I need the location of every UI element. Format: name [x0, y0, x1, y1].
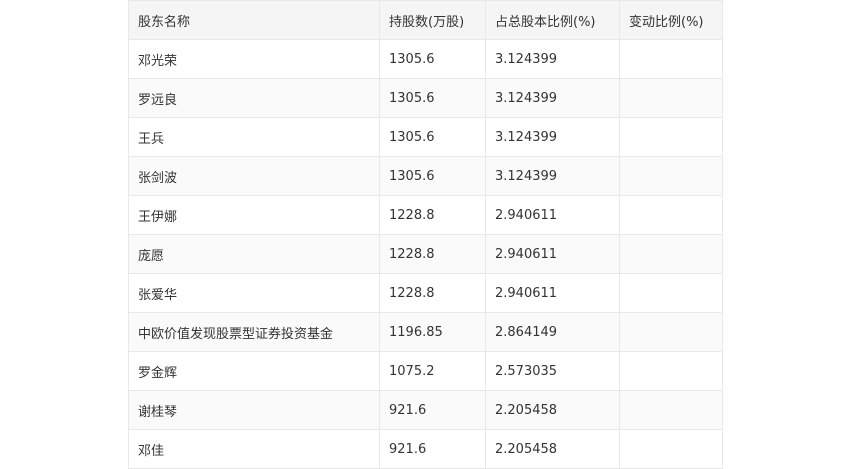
cell-shares-held: 1196.85	[379, 312, 486, 352]
cell-shares-held: 1305.6	[379, 78, 486, 118]
header-change-ratio: 变动比例(%)	[619, 0, 723, 40]
table-row: 张剑波 1305.6 3.124399	[128, 156, 723, 196]
cell-shareholder-name: 邓佳	[128, 429, 380, 469]
cell-shares-held: 1228.8	[379, 273, 486, 313]
cell-shares-held: 1228.8	[379, 234, 486, 274]
cell-shares-held: 1228.8	[379, 195, 486, 235]
cell-shares-held: 921.6	[379, 429, 486, 469]
table-body: 邓光荣 1305.6 3.124399 罗远良 1305.6 3.124399 …	[128, 39, 723, 469]
cell-change-ratio	[619, 117, 723, 157]
cell-share-ratio: 3.124399	[485, 78, 620, 118]
table-row: 王伊娜 1228.8 2.940611	[128, 195, 723, 235]
cell-shareholder-name: 中欧价值发现股票型证券投资基金	[128, 312, 380, 352]
cell-shareholder-name: 邓光荣	[128, 39, 380, 79]
cell-change-ratio	[619, 429, 723, 469]
cell-share-ratio: 2.940611	[485, 273, 620, 313]
cell-shareholder-name: 张剑波	[128, 156, 380, 196]
cell-share-ratio: 3.124399	[485, 117, 620, 157]
cell-shares-held: 921.6	[379, 390, 486, 430]
table-row: 张爱华 1228.8 2.940611	[128, 273, 723, 313]
cell-share-ratio: 2.864149	[485, 312, 620, 352]
cell-shares-held: 1305.6	[379, 39, 486, 79]
cell-share-ratio: 2.940611	[485, 234, 620, 274]
cell-shareholder-name: 罗金辉	[128, 351, 380, 391]
shareholder-table-container: 股东名称 持股数(万股) 占总股本比例(%) 变动比例(%) 邓光荣 1305.…	[128, 0, 723, 469]
header-row: 股东名称 持股数(万股) 占总股本比例(%) 变动比例(%)	[128, 0, 723, 40]
cell-change-ratio	[619, 390, 723, 430]
table-row: 罗远良 1305.6 3.124399	[128, 78, 723, 118]
table-row: 邓佳 921.6 2.205458	[128, 429, 723, 469]
cell-change-ratio	[619, 351, 723, 391]
table-row: 罗金辉 1075.2 2.573035	[128, 351, 723, 391]
cell-shareholder-name: 张爱华	[128, 273, 380, 313]
table-row: 谢桂琴 921.6 2.205458	[128, 390, 723, 430]
cell-change-ratio	[619, 195, 723, 235]
table-row: 邓光荣 1305.6 3.124399	[128, 39, 723, 79]
cell-change-ratio	[619, 39, 723, 79]
table-header: 股东名称 持股数(万股) 占总股本比例(%) 变动比例(%)	[128, 0, 723, 40]
cell-share-ratio: 3.124399	[485, 39, 620, 79]
cell-change-ratio	[619, 234, 723, 274]
cell-change-ratio	[619, 273, 723, 313]
header-share-ratio: 占总股本比例(%)	[485, 0, 620, 40]
table-row: 中欧价值发现股票型证券投资基金 1196.85 2.864149	[128, 312, 723, 352]
cell-shares-held: 1305.6	[379, 156, 486, 196]
cell-shareholder-name: 谢桂琴	[128, 390, 380, 430]
shareholder-table: 股东名称 持股数(万股) 占总股本比例(%) 变动比例(%) 邓光荣 1305.…	[128, 0, 723, 469]
cell-share-ratio: 2.205458	[485, 390, 620, 430]
cell-change-ratio	[619, 78, 723, 118]
table-row: 庞愿 1228.8 2.940611	[128, 234, 723, 274]
cell-share-ratio: 3.124399	[485, 156, 620, 196]
header-shares-held: 持股数(万股)	[379, 0, 486, 40]
cell-change-ratio	[619, 156, 723, 196]
cell-shareholder-name: 罗远良	[128, 78, 380, 118]
cell-shareholder-name: 庞愿	[128, 234, 380, 274]
cell-shareholder-name: 王兵	[128, 117, 380, 157]
cell-share-ratio: 2.205458	[485, 429, 620, 469]
cell-shares-held: 1305.6	[379, 117, 486, 157]
cell-change-ratio	[619, 312, 723, 352]
cell-share-ratio: 2.940611	[485, 195, 620, 235]
cell-shareholder-name: 王伊娜	[128, 195, 380, 235]
cell-share-ratio: 2.573035	[485, 351, 620, 391]
header-shareholder-name: 股东名称	[128, 0, 380, 40]
cell-shares-held: 1075.2	[379, 351, 486, 391]
table-row: 王兵 1305.6 3.124399	[128, 117, 723, 157]
